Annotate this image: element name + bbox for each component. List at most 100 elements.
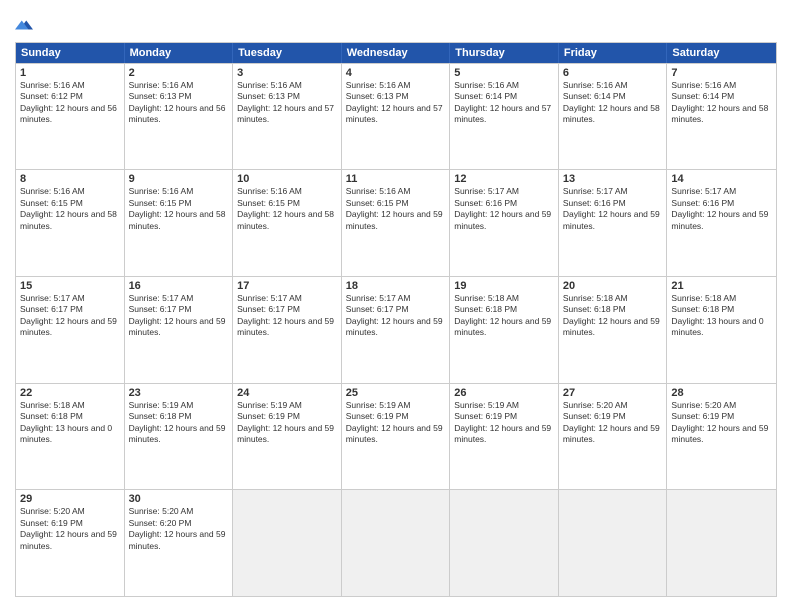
- calendar-cell: 9 Sunrise: 5:16 AMSunset: 6:15 PMDayligh…: [125, 170, 234, 276]
- day-number: 6: [563, 67, 663, 79]
- calendar-row-1: 1 Sunrise: 5:16 AMSunset: 6:12 PMDayligh…: [16, 63, 776, 170]
- day-number: 20: [563, 280, 663, 292]
- day-number: 17: [237, 280, 337, 292]
- day-info: Sunrise: 5:18 AMSunset: 6:18 PMDaylight:…: [20, 400, 120, 446]
- day-number: 29: [20, 493, 120, 505]
- day-number: 1: [20, 67, 120, 79]
- day-number: 26: [454, 387, 554, 399]
- calendar-cell: 25 Sunrise: 5:19 AMSunset: 6:19 PMDaylig…: [342, 384, 451, 490]
- calendar-cell: [667, 490, 776, 596]
- calendar-row-3: 15 Sunrise: 5:17 AMSunset: 6:17 PMDaylig…: [16, 276, 776, 383]
- day-info: Sunrise: 5:16 AMSunset: 6:13 PMDaylight:…: [237, 80, 337, 126]
- day-info: Sunrise: 5:19 AMSunset: 6:19 PMDaylight:…: [454, 400, 554, 446]
- calendar-cell: 8 Sunrise: 5:16 AMSunset: 6:15 PMDayligh…: [16, 170, 125, 276]
- day-number: 12: [454, 173, 554, 185]
- calendar-cell: 10 Sunrise: 5:16 AMSunset: 6:15 PMDaylig…: [233, 170, 342, 276]
- day-info: Sunrise: 5:18 AMSunset: 6:18 PMDaylight:…: [454, 293, 554, 339]
- day-number: 14: [671, 173, 772, 185]
- calendar-cell: 1 Sunrise: 5:16 AMSunset: 6:12 PMDayligh…: [16, 64, 125, 170]
- calendar-row-4: 22 Sunrise: 5:18 AMSunset: 6:18 PMDaylig…: [16, 383, 776, 490]
- logo-icon: [15, 16, 33, 34]
- day-number: 21: [671, 280, 772, 292]
- calendar-cell: 12 Sunrise: 5:17 AMSunset: 6:16 PMDaylig…: [450, 170, 559, 276]
- calendar-cell: 4 Sunrise: 5:16 AMSunset: 6:13 PMDayligh…: [342, 64, 451, 170]
- day-info: Sunrise: 5:16 AMSunset: 6:13 PMDaylight:…: [129, 80, 229, 126]
- day-number: 16: [129, 280, 229, 292]
- day-number: 28: [671, 387, 772, 399]
- page: SundayMondayTuesdayWednesdayThursdayFrid…: [0, 0, 792, 612]
- header-cell-thursday: Thursday: [450, 43, 559, 63]
- calendar-cell: 30 Sunrise: 5:20 AMSunset: 6:20 PMDaylig…: [125, 490, 234, 596]
- day-info: Sunrise: 5:16 AMSunset: 6:15 PMDaylight:…: [20, 186, 120, 232]
- calendar-cell: [233, 490, 342, 596]
- header-cell-wednesday: Wednesday: [342, 43, 451, 63]
- day-info: Sunrise: 5:17 AMSunset: 6:17 PMDaylight:…: [20, 293, 120, 339]
- header-cell-friday: Friday: [559, 43, 668, 63]
- calendar-cell: 26 Sunrise: 5:19 AMSunset: 6:19 PMDaylig…: [450, 384, 559, 490]
- calendar-cell: [342, 490, 451, 596]
- day-info: Sunrise: 5:16 AMSunset: 6:15 PMDaylight:…: [129, 186, 229, 232]
- calendar-row-5: 29 Sunrise: 5:20 AMSunset: 6:19 PMDaylig…: [16, 489, 776, 596]
- day-info: Sunrise: 5:19 AMSunset: 6:19 PMDaylight:…: [346, 400, 446, 446]
- calendar-cell: 13 Sunrise: 5:17 AMSunset: 6:16 PMDaylig…: [559, 170, 668, 276]
- day-info: Sunrise: 5:16 AMSunset: 6:14 PMDaylight:…: [454, 80, 554, 126]
- header: [15, 15, 777, 34]
- day-info: Sunrise: 5:18 AMSunset: 6:18 PMDaylight:…: [563, 293, 663, 339]
- calendar-cell: 21 Sunrise: 5:18 AMSunset: 6:18 PMDaylig…: [667, 277, 776, 383]
- calendar-cell: 29 Sunrise: 5:20 AMSunset: 6:19 PMDaylig…: [16, 490, 125, 596]
- day-number: 3: [237, 67, 337, 79]
- calendar-body: 1 Sunrise: 5:16 AMSunset: 6:12 PMDayligh…: [16, 63, 776, 596]
- day-info: Sunrise: 5:17 AMSunset: 6:16 PMDaylight:…: [563, 186, 663, 232]
- calendar-cell: 17 Sunrise: 5:17 AMSunset: 6:17 PMDaylig…: [233, 277, 342, 383]
- day-info: Sunrise: 5:17 AMSunset: 6:17 PMDaylight:…: [346, 293, 446, 339]
- calendar-cell: 19 Sunrise: 5:18 AMSunset: 6:18 PMDaylig…: [450, 277, 559, 383]
- day-info: Sunrise: 5:16 AMSunset: 6:15 PMDaylight:…: [237, 186, 337, 232]
- day-info: Sunrise: 5:20 AMSunset: 6:19 PMDaylight:…: [20, 506, 120, 552]
- day-number: 13: [563, 173, 663, 185]
- calendar-cell: 24 Sunrise: 5:19 AMSunset: 6:19 PMDaylig…: [233, 384, 342, 490]
- day-info: Sunrise: 5:16 AMSunset: 6:14 PMDaylight:…: [563, 80, 663, 126]
- calendar: SundayMondayTuesdayWednesdayThursdayFrid…: [15, 42, 777, 597]
- calendar-cell: [450, 490, 559, 596]
- day-number: 5: [454, 67, 554, 79]
- calendar-cell: 22 Sunrise: 5:18 AMSunset: 6:18 PMDaylig…: [16, 384, 125, 490]
- day-number: 30: [129, 493, 229, 505]
- day-number: 24: [237, 387, 337, 399]
- calendar-cell: 16 Sunrise: 5:17 AMSunset: 6:17 PMDaylig…: [125, 277, 234, 383]
- calendar-cell: 15 Sunrise: 5:17 AMSunset: 6:17 PMDaylig…: [16, 277, 125, 383]
- day-info: Sunrise: 5:17 AMSunset: 6:16 PMDaylight:…: [671, 186, 772, 232]
- calendar-cell: 11 Sunrise: 5:16 AMSunset: 6:15 PMDaylig…: [342, 170, 451, 276]
- calendar-cell: 2 Sunrise: 5:16 AMSunset: 6:13 PMDayligh…: [125, 64, 234, 170]
- header-cell-tuesday: Tuesday: [233, 43, 342, 63]
- day-number: 2: [129, 67, 229, 79]
- calendar-cell: 5 Sunrise: 5:16 AMSunset: 6:14 PMDayligh…: [450, 64, 559, 170]
- day-info: Sunrise: 5:20 AMSunset: 6:20 PMDaylight:…: [129, 506, 229, 552]
- day-number: 18: [346, 280, 446, 292]
- day-number: 8: [20, 173, 120, 185]
- day-number: 27: [563, 387, 663, 399]
- calendar-cell: 28 Sunrise: 5:20 AMSunset: 6:19 PMDaylig…: [667, 384, 776, 490]
- day-number: 10: [237, 173, 337, 185]
- header-cell-sunday: Sunday: [16, 43, 125, 63]
- calendar-cell: 20 Sunrise: 5:18 AMSunset: 6:18 PMDaylig…: [559, 277, 668, 383]
- day-info: Sunrise: 5:16 AMSunset: 6:13 PMDaylight:…: [346, 80, 446, 126]
- day-info: Sunrise: 5:17 AMSunset: 6:17 PMDaylight:…: [129, 293, 229, 339]
- day-info: Sunrise: 5:19 AMSunset: 6:19 PMDaylight:…: [237, 400, 337, 446]
- day-info: Sunrise: 5:20 AMSunset: 6:19 PMDaylight:…: [563, 400, 663, 446]
- day-number: 19: [454, 280, 554, 292]
- logo: [15, 15, 33, 34]
- calendar-cell: 18 Sunrise: 5:17 AMSunset: 6:17 PMDaylig…: [342, 277, 451, 383]
- day-info: Sunrise: 5:20 AMSunset: 6:19 PMDaylight:…: [671, 400, 772, 446]
- day-number: 25: [346, 387, 446, 399]
- calendar-cell: 27 Sunrise: 5:20 AMSunset: 6:19 PMDaylig…: [559, 384, 668, 490]
- day-number: 15: [20, 280, 120, 292]
- calendar-cell: 14 Sunrise: 5:17 AMSunset: 6:16 PMDaylig…: [667, 170, 776, 276]
- day-info: Sunrise: 5:16 AMSunset: 6:12 PMDaylight:…: [20, 80, 120, 126]
- day-number: 4: [346, 67, 446, 79]
- header-cell-monday: Monday: [125, 43, 234, 63]
- day-info: Sunrise: 5:16 AMSunset: 6:15 PMDaylight:…: [346, 186, 446, 232]
- day-info: Sunrise: 5:19 AMSunset: 6:18 PMDaylight:…: [129, 400, 229, 446]
- day-number: 22: [20, 387, 120, 399]
- day-number: 7: [671, 67, 772, 79]
- calendar-cell: 6 Sunrise: 5:16 AMSunset: 6:14 PMDayligh…: [559, 64, 668, 170]
